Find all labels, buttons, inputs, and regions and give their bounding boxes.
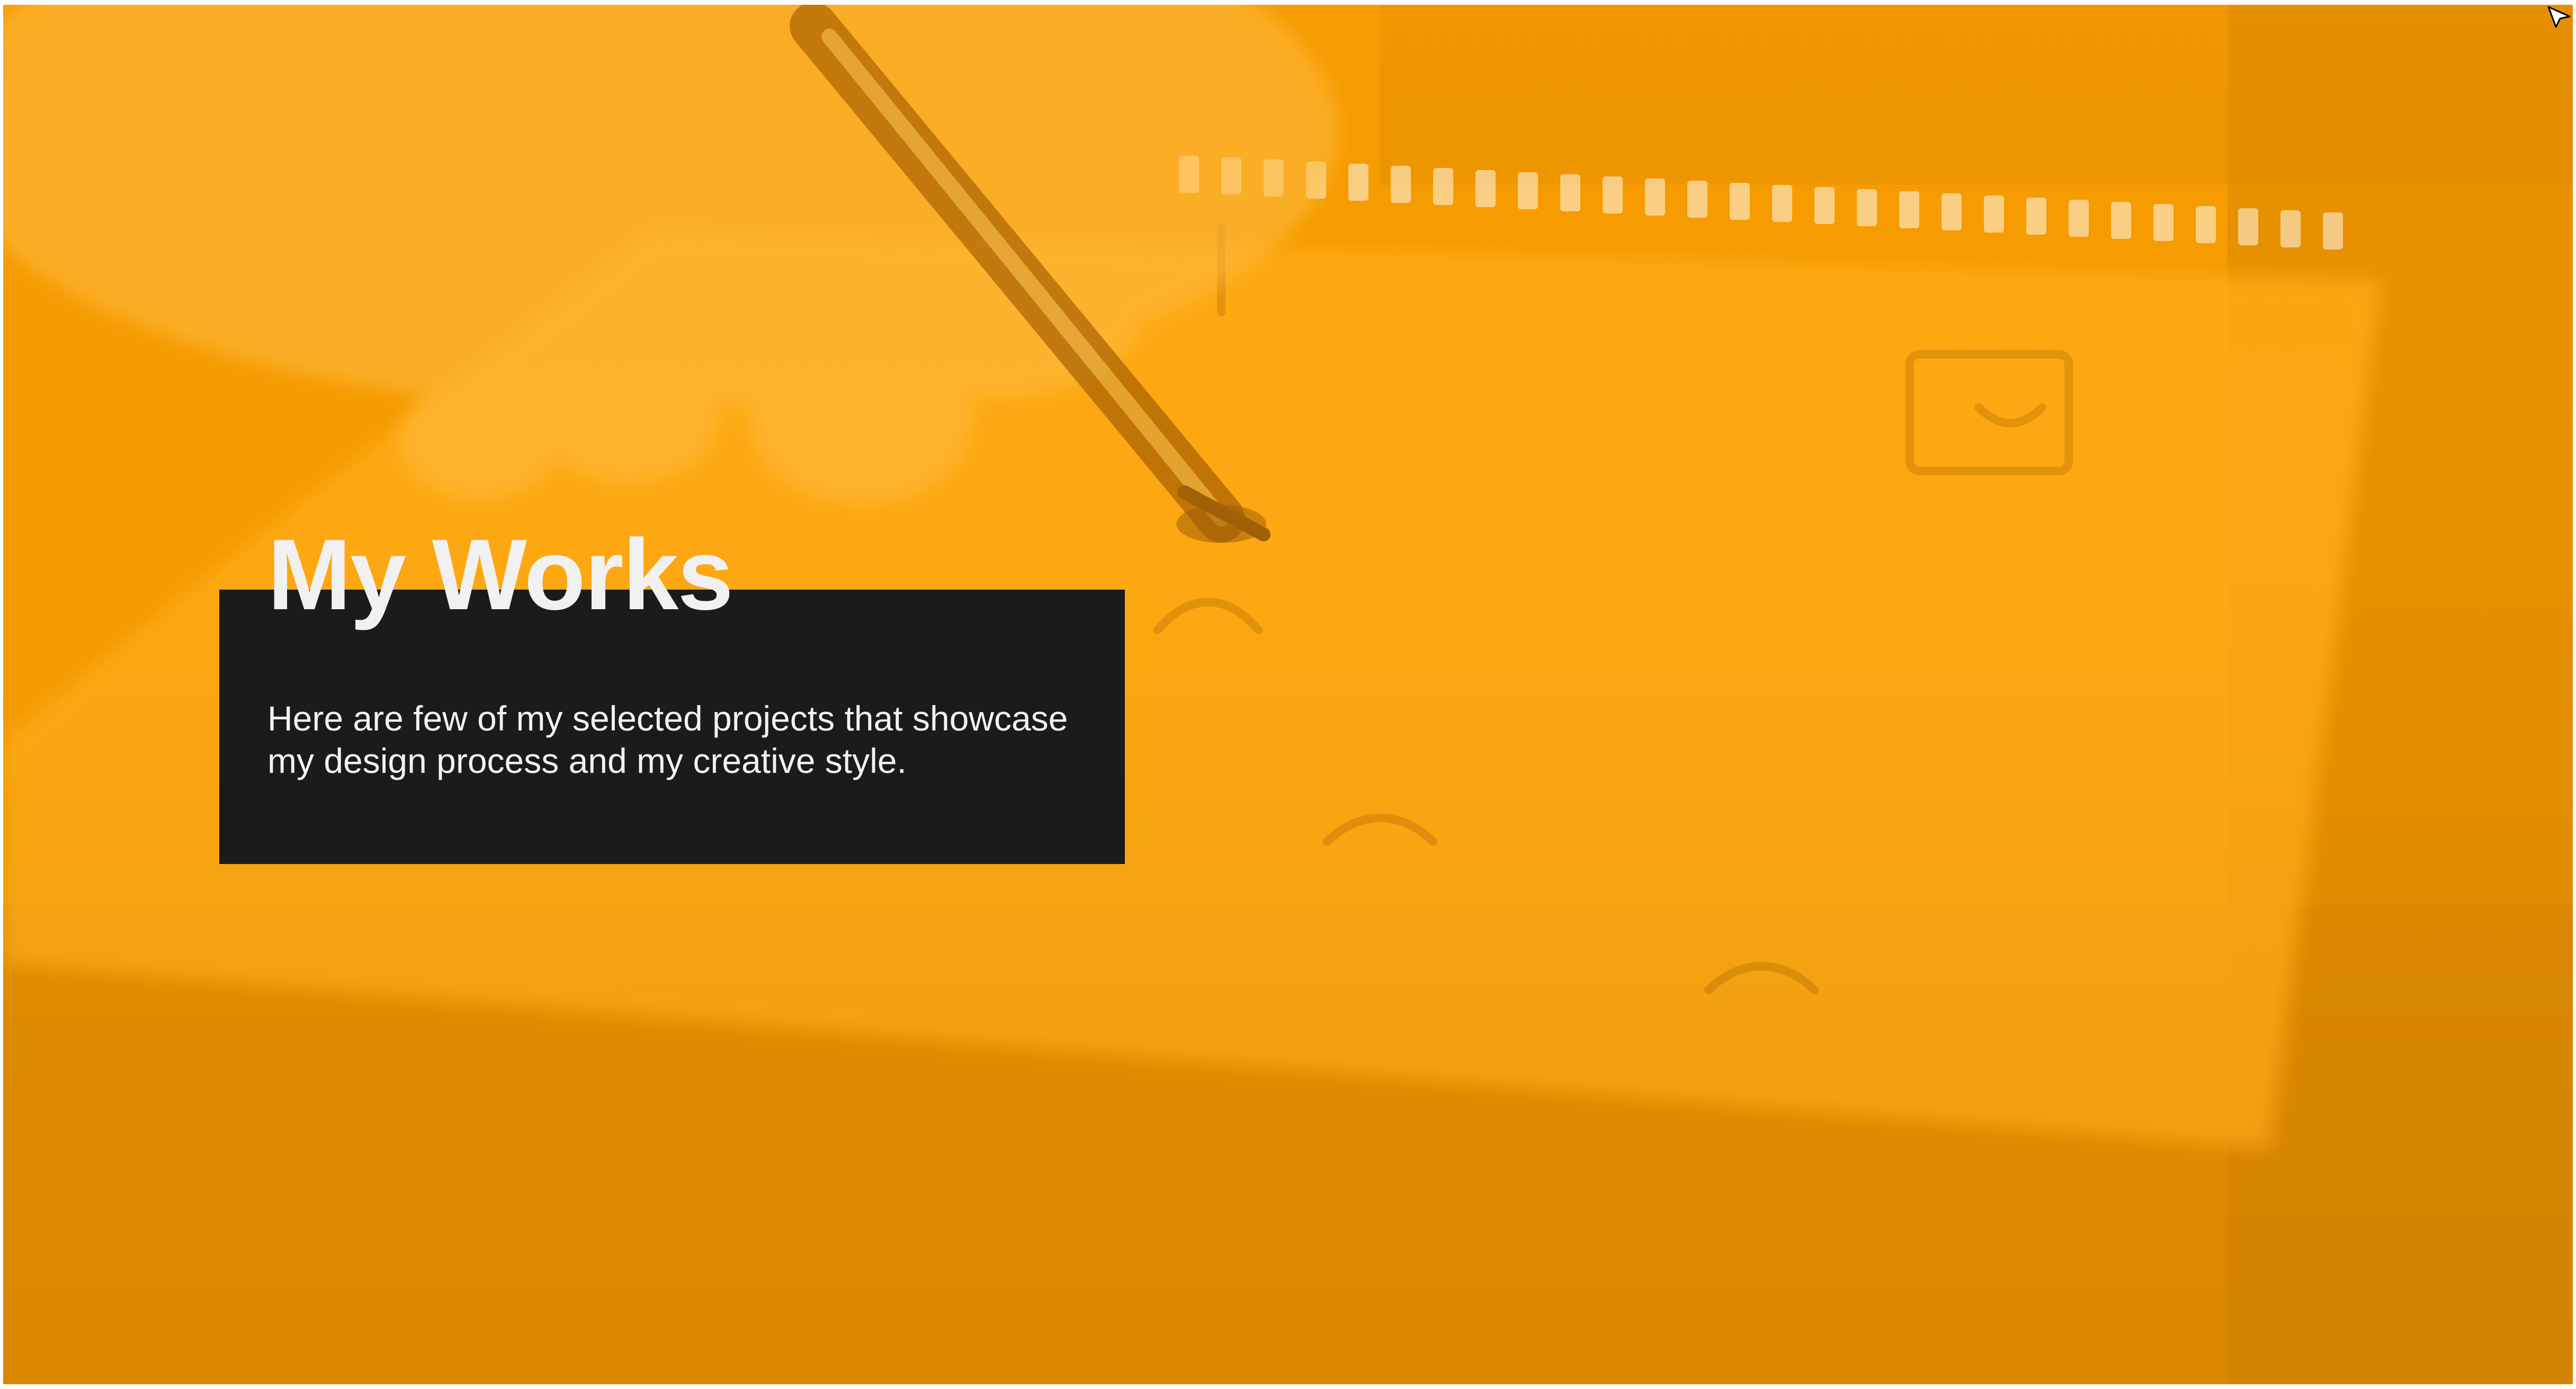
cursor-icon <box>2547 6 2571 28</box>
page-title: My Works <box>267 519 734 631</box>
intro-subtitle: Here are few of my selected projects tha… <box>267 699 1068 780</box>
